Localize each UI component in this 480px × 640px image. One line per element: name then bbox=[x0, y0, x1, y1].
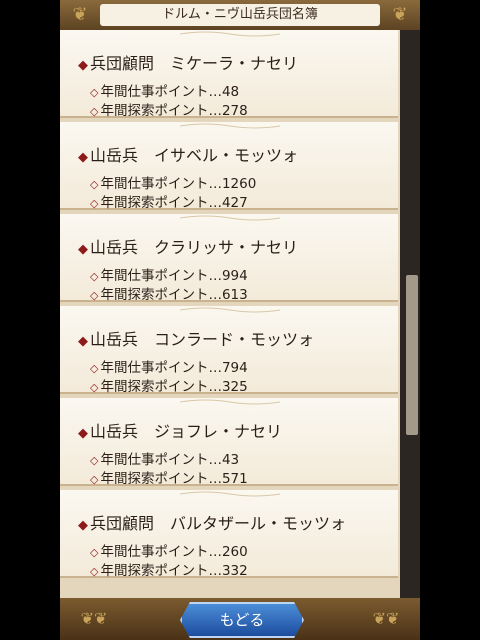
member-fullname: ジョフレ・ナセリ bbox=[154, 422, 283, 441]
diamond-icon: ◆ bbox=[78, 150, 88, 165]
member-list[interactable]: ◆ 兵団顧問 ミケーラ・ナセリ ◇ 年間仕事ポイント…48 ◇ 年間探索ポイント…27… bbox=[60, 30, 400, 598]
member-fullname: クラリッサ・ナセリ bbox=[154, 238, 299, 257]
card-ornament-icon bbox=[180, 123, 280, 129]
diamond-outline-icon: ◇ bbox=[90, 289, 99, 302]
ornament-left-icon: ❦❦ bbox=[80, 609, 108, 628]
card-ornament-icon bbox=[180, 491, 280, 497]
card-ornament-icon bbox=[180, 307, 280, 313]
diamond-outline-icon: ◇ bbox=[90, 565, 99, 578]
member-rank: 兵団顧問 bbox=[90, 514, 155, 533]
ornament-right-icon: ❦ bbox=[392, 4, 408, 25]
member-card[interactable]: ◆ 山岳兵 コンラード・モッツォ ◇ 年間仕事ポイント…794 ◇ 年間探索ポイント…… bbox=[60, 306, 398, 395]
member-name: ◆ 山岳兵 イサベル・モッツォ bbox=[78, 142, 298, 166]
member-name: ◆ 山岳兵 ジョフレ・ナセリ bbox=[78, 418, 282, 442]
diamond-icon: ◆ bbox=[78, 426, 88, 441]
diamond-outline-icon: ◇ bbox=[90, 546, 99, 559]
member-rank: 山岳兵 bbox=[90, 238, 139, 257]
page-title: ドルム・ニヴ山岳兵団名簿 bbox=[100, 4, 380, 26]
work-points: ◇ 年間仕事ポイント…1260 bbox=[90, 176, 257, 192]
ornament-right-icon: ❦❦ bbox=[372, 609, 400, 628]
diamond-outline-icon: ◇ bbox=[90, 86, 99, 99]
member-card[interactable]: ◆ 兵団顧問 バルタザール・モッツォ ◇ 年間仕事ポイント…260 ◇ 年間探索ポイン… bbox=[60, 490, 398, 579]
work-points: ◇ 年間仕事ポイント…794 bbox=[90, 360, 248, 376]
back-button[interactable]: もどる bbox=[180, 602, 304, 638]
header-bar: ❦ ドルム・ニヴ山岳兵団名簿 ❦ bbox=[60, 0, 420, 30]
member-rank: 山岳兵 bbox=[90, 330, 139, 349]
member-fullname: コンラード・モッツォ bbox=[154, 330, 315, 349]
member-name: ◆ 山岳兵 コンラード・モッツォ bbox=[78, 326, 314, 350]
explore-points: ◇ 年間探索ポイント…332 bbox=[90, 563, 248, 579]
work-points: ◇ 年間仕事ポイント…260 bbox=[90, 544, 248, 560]
explore-points: ◇ 年間探索ポイント…613 bbox=[90, 287, 248, 303]
diamond-outline-icon: ◇ bbox=[90, 270, 99, 283]
explore-points: ◇ 年間探索ポイント…427 bbox=[90, 195, 248, 211]
diamond-outline-icon: ◇ bbox=[90, 381, 99, 394]
member-rank: 兵団顧問 bbox=[90, 54, 155, 73]
member-card[interactable]: ◆ 山岳兵 イサベル・モッツォ ◇ 年間仕事ポイント…1260 ◇ 年間探索ポイント…… bbox=[60, 122, 398, 211]
card-ornament-icon bbox=[180, 399, 280, 405]
member-fullname: イサベル・モッツォ bbox=[154, 146, 299, 165]
member-card[interactable]: ◆ 山岳兵 ジョフレ・ナセリ ◇ 年間仕事ポイント…43 ◇ 年間探索ポイント…571 bbox=[60, 398, 398, 487]
explore-points: ◇ 年間探索ポイント…325 bbox=[90, 379, 248, 395]
diamond-icon: ◆ bbox=[78, 518, 88, 533]
diamond-icon: ◆ bbox=[78, 58, 88, 73]
explore-points: ◇ 年間探索ポイント…278 bbox=[90, 103, 248, 119]
footer-bar: ❦❦ もどる ❦❦ bbox=[60, 598, 420, 640]
diamond-icon: ◆ bbox=[78, 334, 88, 349]
member-card[interactable]: ◆ 兵団顧問 ミケーラ・ナセリ ◇ 年間仕事ポイント…48 ◇ 年間探索ポイント…27… bbox=[60, 30, 398, 119]
explore-points: ◇ 年間探索ポイント…571 bbox=[90, 471, 248, 487]
ornament-left-icon: ❦ bbox=[72, 4, 88, 25]
work-points: ◇ 年間仕事ポイント…994 bbox=[90, 268, 248, 284]
diamond-outline-icon: ◇ bbox=[90, 362, 99, 375]
roster-screen: ❦ ドルム・ニヴ山岳兵団名簿 ❦ ◆ 兵団顧問 ミケーラ・ナセリ ◇ 年間仕事ポイン… bbox=[60, 0, 420, 640]
member-rank: 山岳兵 bbox=[90, 146, 139, 165]
card-ornament-icon bbox=[180, 215, 280, 221]
member-fullname: ミケーラ・ナセリ bbox=[170, 54, 299, 73]
diamond-outline-icon: ◇ bbox=[90, 473, 99, 486]
scrollbar-thumb[interactable] bbox=[406, 274, 418, 435]
diamond-outline-icon: ◇ bbox=[90, 178, 99, 191]
diamond-outline-icon: ◇ bbox=[90, 454, 99, 467]
member-name: ◆ 兵団顧問 バルタザール・モッツォ bbox=[78, 510, 346, 534]
member-name: ◆ 山岳兵 クラリッサ・ナセリ bbox=[78, 234, 298, 258]
card-ornament-icon bbox=[180, 31, 280, 37]
diamond-outline-icon: ◇ bbox=[90, 105, 99, 118]
diamond-icon: ◆ bbox=[78, 242, 88, 257]
work-points: ◇ 年間仕事ポイント…43 bbox=[90, 452, 240, 468]
work-points: ◇ 年間仕事ポイント…48 bbox=[90, 84, 240, 100]
member-fullname: バルタザール・モッツォ bbox=[170, 514, 347, 533]
member-name: ◆ 兵団顧問 ミケーラ・ナセリ bbox=[78, 50, 298, 74]
member-card[interactable]: ◆ 山岳兵 クラリッサ・ナセリ ◇ 年間仕事ポイント…994 ◇ 年間探索ポイント…6… bbox=[60, 214, 398, 303]
diamond-outline-icon: ◇ bbox=[90, 197, 99, 210]
member-rank: 山岳兵 bbox=[90, 422, 139, 441]
